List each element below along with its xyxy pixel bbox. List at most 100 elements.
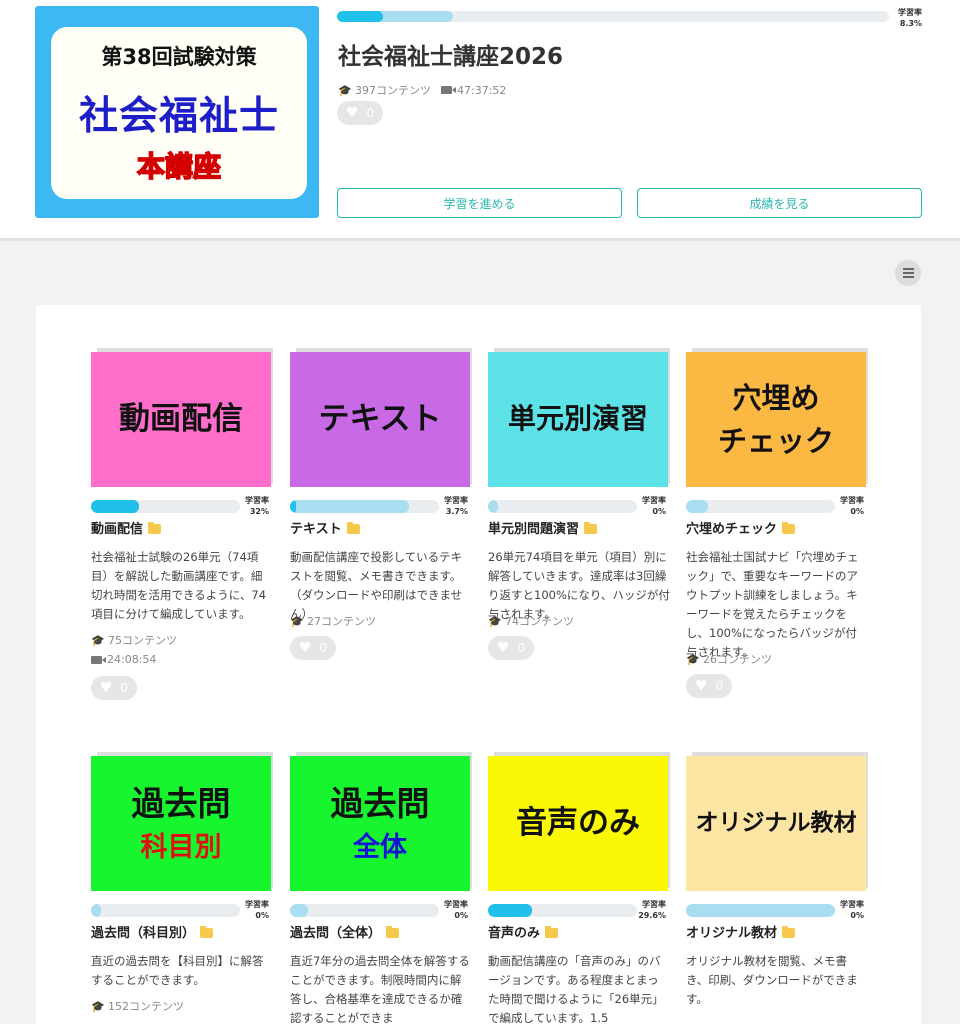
card-title[interactable]: テキスト <box>290 518 360 537</box>
card-thumbnail-image[interactable]: テキスト <box>290 352 470 487</box>
continue-study-button[interactable]: 学習を進める <box>337 188 622 218</box>
course-progress-bar <box>337 11 889 22</box>
card-progress-bar <box>290 904 439 917</box>
card-thumbnail[interactable]: 穴埋め チェック <box>686 348 868 492</box>
card-title-text: テキスト <box>290 522 342 537</box>
list-icon-line <box>902 276 914 278</box>
card-thumbnail[interactable]: 過去問 全体 <box>290 752 472 896</box>
card-thumbnail-text: テキスト <box>318 401 442 438</box>
graduation-cap-icon: 🎓 <box>91 999 105 1013</box>
card-progress-rate: 学習率 0% <box>826 899 864 921</box>
graduation-cap-icon: 🎓 <box>488 614 502 628</box>
card-progress-rate: 学習率 3.7% <box>430 495 468 517</box>
folder-icon <box>584 521 598 534</box>
card-title-text: 過去問（科目別） <box>91 926 196 941</box>
card-contents-count: 26コンテンツ <box>703 653 772 666</box>
folder-icon <box>782 521 796 534</box>
card-title[interactable]: 過去問（科目別） <box>91 922 214 941</box>
card-like-button[interactable]: ♥ 0 <box>488 636 534 660</box>
heart-icon: ♥ <box>345 105 359 121</box>
card-like-count: 0 <box>319 641 328 655</box>
thumbnail-course-name: 社会福祉士 <box>78 94 279 139</box>
thumbnail-subtitle: 本講座 <box>136 149 222 184</box>
course-like-button[interactable]: ♥ 0 <box>337 101 383 125</box>
course-meta: 🎓 397コンテンツ 47:37:52 <box>338 82 506 98</box>
list-icon <box>902 268 914 270</box>
card-rate-label: 学習率 <box>444 496 468 505</box>
view-results-button[interactable]: 成績を見る <box>637 188 922 218</box>
content-card[interactable]: 過去問 科目別 学習率 0% 過去問（科目別） 直近の過去問を【科目別】に解答することがで… <box>91 752 273 1024</box>
card-title-text: 音声のみ <box>488 926 541 941</box>
card-like-button[interactable]: ♥ 0 <box>686 674 732 698</box>
card-rate-label: 学習率 <box>642 900 666 909</box>
card-title[interactable]: オリジナル教材 <box>686 922 796 941</box>
card-thumbnail-image[interactable]: 過去問 全体 <box>290 756 470 891</box>
card-rate-label: 学習率 <box>642 496 666 505</box>
card-title[interactable]: 動画配信 <box>91 518 162 537</box>
card-thumbnail-image[interactable]: 音声のみ <box>488 756 668 891</box>
heart-icon: ♥ <box>496 640 510 656</box>
card-progress-bar <box>488 500 637 513</box>
card-thumbnail-text: オリジナル教材 <box>695 809 857 836</box>
list-view-toggle[interactable] <box>895 260 921 286</box>
graduation-cap-icon: 🎓 <box>290 614 304 628</box>
content-card[interactable]: 動画配信 学習率 32% 動画配信 社会福祉士試験の26単元（74項目）を解説した動画講… <box>91 348 273 700</box>
card-like-button[interactable]: ♥ 0 <box>91 676 137 700</box>
card-title[interactable]: 音声のみ <box>488 922 559 941</box>
content-card[interactable]: 音声のみ 学習率 29.6% 音声のみ 動画配信講座の「音声のみ」のバージョンです。ある… <box>488 752 670 1024</box>
card-progress-bar <box>686 904 835 917</box>
card-progress-buffer <box>488 500 499 513</box>
card-description: 社会福祉士国試ナビ「穴埋めチェック」で、重要なキーワードのアウトプット訓練をしま… <box>686 550 859 659</box>
card-rate-value: 0% <box>255 911 269 920</box>
card-rate-value: 0% <box>652 507 666 516</box>
card-thumbnail-text: 科目別 <box>140 831 222 863</box>
card-progress-fill <box>290 500 296 513</box>
card-description: 直近の過去問を【科目別】に解答することができます。 <box>91 954 264 987</box>
card-thumbnail[interactable]: 動画配信 <box>91 348 273 492</box>
card-rate-value: 0% <box>454 911 468 920</box>
course-progress-fill <box>337 11 383 22</box>
content-card[interactable]: 単元別演習 学習率 0% 単元別問題演習 26単元74項目を単元（項目）別に解答していき… <box>488 348 670 660</box>
card-thumbnail-text: チェック <box>717 423 834 458</box>
card-contents-count: 152コンテンツ <box>108 1000 184 1013</box>
card-contents-meta: 🎓 27コンテンツ <box>290 613 376 629</box>
course-header: 第38回試験対策 社会福祉士 本講座 学習率 8.3% 社会福祉士講座2026 … <box>0 0 960 241</box>
card-thumbnail[interactable]: テキスト <box>290 348 472 492</box>
card-contents-meta: 🎓 75コンテンツ <box>91 632 177 648</box>
card-thumbnail[interactable]: オリジナル教材 <box>686 752 868 896</box>
card-progress-buffer <box>686 904 835 917</box>
folder-icon <box>386 925 400 938</box>
course-contents-count: 397コンテンツ <box>355 84 431 97</box>
card-like-count: 0 <box>120 681 129 695</box>
card-title-text: 動画配信 <box>91 522 144 537</box>
card-thumbnail-image[interactable]: 単元別演習 <box>488 352 668 487</box>
card-thumbnail-image[interactable]: 動画配信 <box>91 352 271 487</box>
course-progress-rate: 学習率 8.3% <box>880 7 922 29</box>
card-thumbnail-image[interactable]: 穴埋め チェック <box>686 352 866 487</box>
card-description: オリジナル教材を閲覧、メモ書き、印刷、ダウンロードができます。 <box>686 954 858 1006</box>
card-rate-value: 0% <box>850 911 864 920</box>
content-card[interactable]: テキスト 学習率 3.7% テキスト 動画配信講座で投影しているテキストを閲覧、メモ書き… <box>290 348 472 660</box>
card-title[interactable]: 過去問（全体） <box>290 922 400 941</box>
card-duration: 24:08:54 <box>107 653 157 666</box>
card-progress-rate: 学習率 0% <box>430 899 468 921</box>
card-rate-value: 29.6% <box>638 911 666 920</box>
content-card[interactable]: 穴埋め チェック 学習率 0% 穴埋めチェック 社会福祉士国試ナビ「穴埋めチェック」で、重… <box>686 348 868 698</box>
card-thumbnail[interactable]: 単元別演習 <box>488 348 670 492</box>
card-title[interactable]: 穴埋めチェック <box>686 518 796 537</box>
content-card[interactable]: オリジナル教材 学習率 0% オリジナル教材 オリジナル教材を閲覧、メモ書き、印刷、ダウ… <box>686 752 868 1024</box>
list-icon-line <box>902 272 914 274</box>
card-thumbnail[interactable]: 過去問 科目別 <box>91 752 273 896</box>
card-thumbnail-text: 音声のみ <box>516 805 640 842</box>
card-rate-label: 学習率 <box>840 496 864 505</box>
card-thumbnail[interactable]: 音声のみ <box>488 752 670 896</box>
heart-icon: ♥ <box>298 640 312 656</box>
card-rate-label: 学習率 <box>444 900 468 909</box>
card-like-button[interactable]: ♥ 0 <box>290 636 336 660</box>
card-contents-count: 27コンテンツ <box>307 615 376 628</box>
card-title[interactable]: 単元別問題演習 <box>488 518 598 537</box>
content-card[interactable]: 過去問 全体 学習率 0% 過去問（全体） 直近7年分の過去問全体を解答することができます… <box>290 752 472 1024</box>
card-thumbnail-image[interactable]: オリジナル教材 <box>686 756 866 891</box>
card-thumbnail-image[interactable]: 過去問 科目別 <box>91 756 271 891</box>
video-camera-icon <box>91 655 106 664</box>
